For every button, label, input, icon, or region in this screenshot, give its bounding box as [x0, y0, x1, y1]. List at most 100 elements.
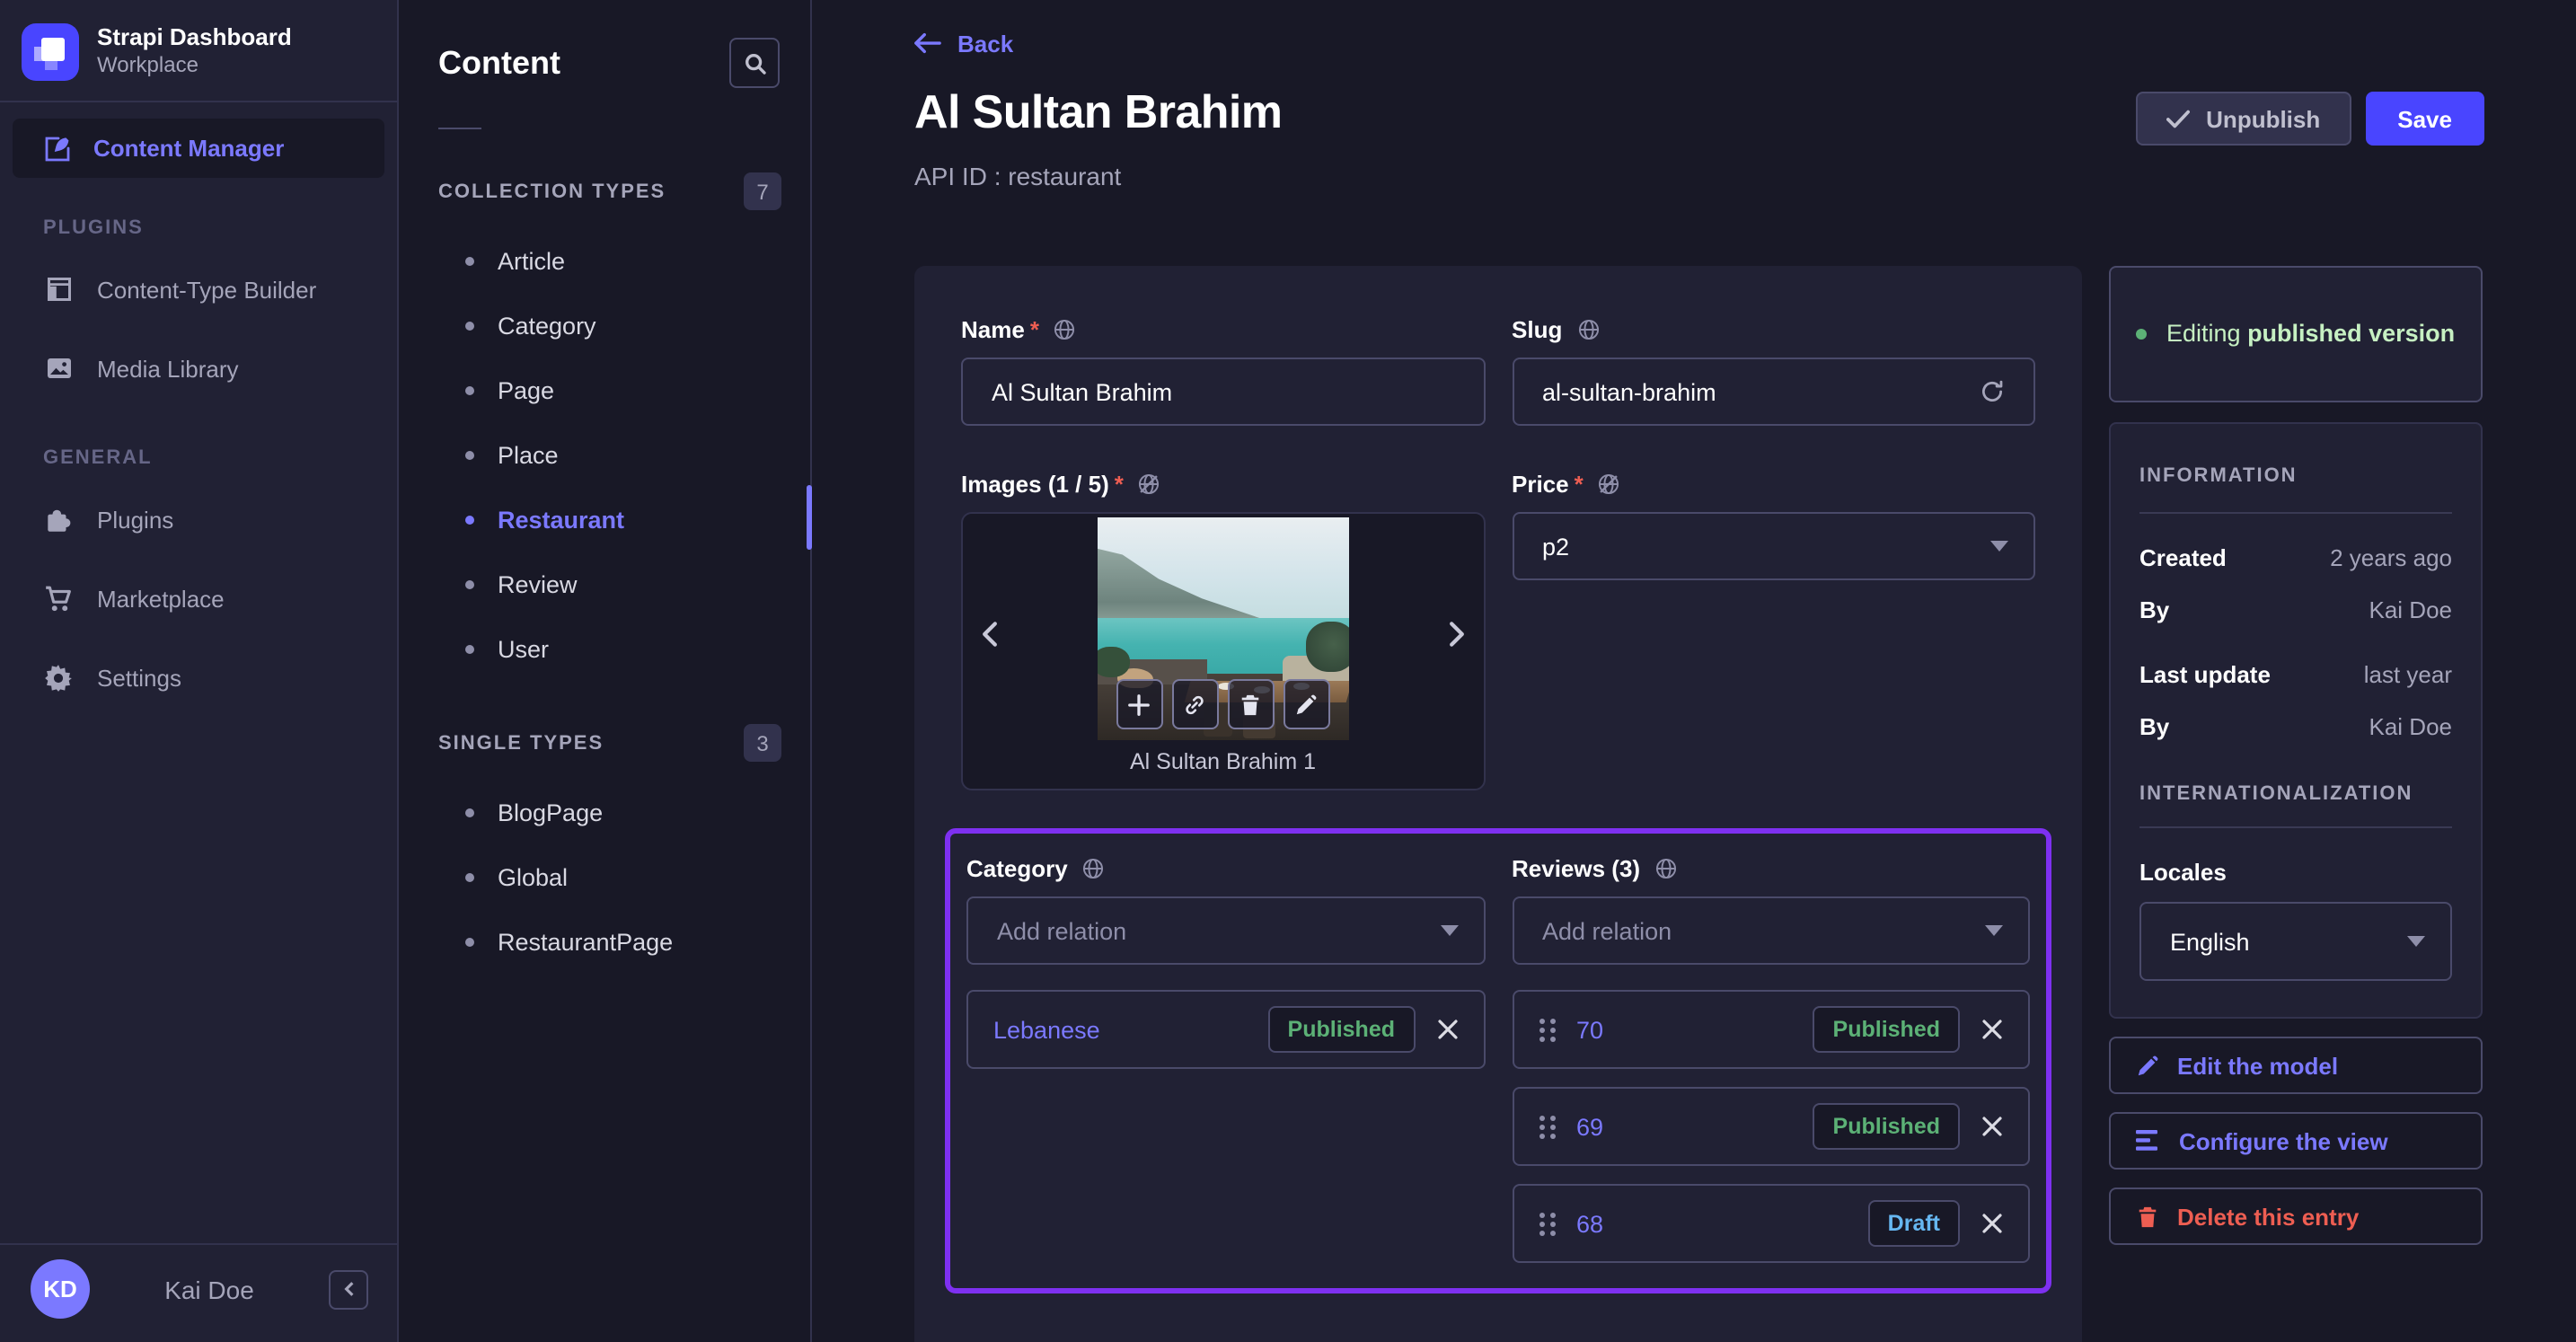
back-link[interactable]: Back: [914, 25, 1013, 61]
delete-component-button[interactable]: [2003, 1338, 2035, 1342]
api-id: API ID : restaurant: [914, 162, 1122, 190]
meta-row-created: Created 2 years ago: [2139, 544, 2452, 571]
nav-item-marketplace[interactable]: Marketplace: [0, 559, 397, 638]
relation-link[interactable]: Lebanese: [993, 1016, 1250, 1043]
review-relation-row: 68 Draft: [1512, 1184, 2030, 1263]
save-button[interactable]: Save: [2365, 92, 2484, 146]
edit-form-panel: Name * Al Sultan Brahim Slug al-sultan-b…: [914, 266, 2082, 1342]
subnav-item-user[interactable]: User: [399, 616, 810, 681]
relation-link[interactable]: 69: [1576, 1113, 1795, 1140]
subnav-item-global[interactable]: Global: [399, 844, 810, 909]
unpublish-button[interactable]: Unpublish: [2136, 92, 2351, 146]
globe-icon: [1054, 318, 1076, 340]
remove-relation-button[interactable]: [1978, 1209, 2007, 1238]
main-content: Back Al Sultan Brahim Unpublish Save API…: [812, 0, 2576, 1342]
strapi-app: Strapi Dashboard Workplace Content Manag…: [0, 0, 2576, 1342]
field-category: Category Add relation Lebanese Published: [966, 853, 1485, 1281]
subnav-item-review[interactable]: Review: [399, 552, 810, 616]
modified-fields-outline: Category Add relation Lebanese Published…: [945, 828, 2051, 1293]
nav-item-media-library[interactable]: Media Library: [0, 329, 397, 408]
nav-item-label: Settings: [97, 664, 181, 691]
nav-item-plugins[interactable]: Plugins: [0, 480, 397, 559]
pencil-icon: [2138, 1055, 2158, 1075]
chevron-left-icon: [983, 622, 997, 647]
divider: [0, 101, 397, 102]
nav-section-plugins: PLUGINS: [43, 217, 144, 239]
configure-view-button[interactable]: Configure the view: [2109, 1112, 2483, 1170]
delete-entry-button[interactable]: Delete this entry: [2109, 1187, 2483, 1245]
user-avatar[interactable]: KD: [31, 1259, 90, 1319]
nav-item-label: Content Manager: [93, 135, 285, 162]
nav-item-label: Content-Type Builder: [97, 276, 317, 303]
subnav-item-blogpage[interactable]: BlogPage: [399, 780, 810, 844]
drag-handle-icon[interactable]: [1539, 1018, 1555, 1041]
bullet-icon: [465, 321, 474, 330]
subnav-item-article[interactable]: Article: [399, 228, 810, 293]
nav-footer: KD Kai Doe: [0, 1243, 397, 1342]
slug-input[interactable]: al-sultan-brahim: [1512, 358, 2035, 426]
status-badge: Published: [1813, 1103, 1960, 1150]
cart-icon: [43, 583, 74, 614]
nav-item-label: Plugins: [97, 506, 174, 533]
images-carousel: Al Sultan Brahim 1: [961, 512, 1485, 790]
drag-handle-icon[interactable]: [1539, 1212, 1555, 1235]
edit-image-button[interactable]: [1283, 679, 1330, 729]
divider: [438, 128, 481, 129]
bullet-icon: [465, 579, 474, 588]
layout-icon: [43, 274, 74, 305]
category-add-relation-select[interactable]: Add relation: [966, 896, 1485, 965]
subnav-item-page[interactable]: Page: [399, 358, 810, 422]
divider: [2139, 512, 2452, 514]
relation-link[interactable]: 68: [1576, 1210, 1850, 1237]
status-badge: Published: [1813, 1006, 1960, 1053]
drag-handle-icon[interactable]: [1539, 1115, 1555, 1138]
trash-icon: [1242, 693, 1259, 715]
remove-relation-button[interactable]: [1433, 1015, 1461, 1044]
price-select[interactable]: p2: [1512, 512, 2035, 580]
name-input[interactable]: Al Sultan Brahim: [961, 358, 1485, 426]
reviews-add-relation-select[interactable]: Add relation: [1512, 896, 2030, 965]
check-icon: [2166, 109, 2191, 128]
nav-item-content-manager[interactable]: Content Manager: [13, 119, 384, 178]
restaurant-photo[interactable]: [1097, 517, 1349, 740]
delete-image-button[interactable]: [1227, 679, 1275, 729]
remove-relation-button[interactable]: [1978, 1015, 2007, 1044]
editing-status-text: Editing published version: [2166, 319, 2456, 347]
review-relation-row: 70 Published: [1512, 990, 2030, 1069]
copy-link-button[interactable]: [1171, 679, 1219, 729]
carousel-next-button[interactable]: [1440, 614, 1472, 654]
close-icon: [1437, 1020, 1457, 1039]
globe-icon: [1083, 857, 1104, 878]
plus-icon: [1128, 693, 1151, 715]
locale-select[interactable]: English: [2139, 902, 2452, 981]
locales-label: Locales: [2139, 859, 2227, 886]
review-relation-row: 69 Published: [1512, 1087, 2030, 1166]
edit-model-button[interactable]: Edit the model: [2109, 1037, 2483, 1094]
subnav-item-place[interactable]: Place: [399, 422, 810, 487]
single-types-label: SINGLE TYPES: [438, 732, 604, 754]
field-price: Price * p2: [1512, 469, 2035, 790]
add-image-button[interactable]: [1116, 679, 1163, 729]
image-caption: Al Sultan Brahim 1: [1129, 749, 1317, 774]
collection-types-label: COLLECTION TYPES: [438, 181, 666, 202]
refresh-icon[interactable]: [1980, 379, 2005, 404]
chevron-left-icon: [343, 1282, 353, 1296]
entry-sidebar: Editing published version INFORMATION Cr…: [2109, 266, 2483, 1245]
nav-item-settings[interactable]: Settings: [0, 638, 397, 717]
subnav-item-restaurant[interactable]: Restaurant: [399, 487, 810, 552]
bullet-icon: [465, 808, 474, 817]
relation-link[interactable]: 70: [1576, 1016, 1795, 1043]
nav-item-content-type-builder[interactable]: Content-Type Builder: [0, 250, 397, 329]
collapse-nav-button[interactable]: [329, 1269, 368, 1309]
internationalization-heading: INTERNATIONALIZATION: [2139, 783, 2413, 805]
category-relation-row: Lebanese Published: [966, 990, 1485, 1069]
carousel-prev-button[interactable]: [974, 614, 1006, 654]
gear-icon: [43, 662, 74, 693]
subnav-item-category[interactable]: Category: [399, 293, 810, 358]
caret-down-icon: [1440, 925, 1458, 936]
search-button[interactable]: [729, 38, 780, 88]
workspace-brand[interactable]: Strapi Dashboard Workplace: [0, 0, 397, 101]
subnav-item-restaurantpage[interactable]: RestaurantPage: [399, 909, 810, 974]
remove-relation-button[interactable]: [1978, 1112, 2007, 1141]
layout-lines-icon: [2136, 1130, 2157, 1151]
